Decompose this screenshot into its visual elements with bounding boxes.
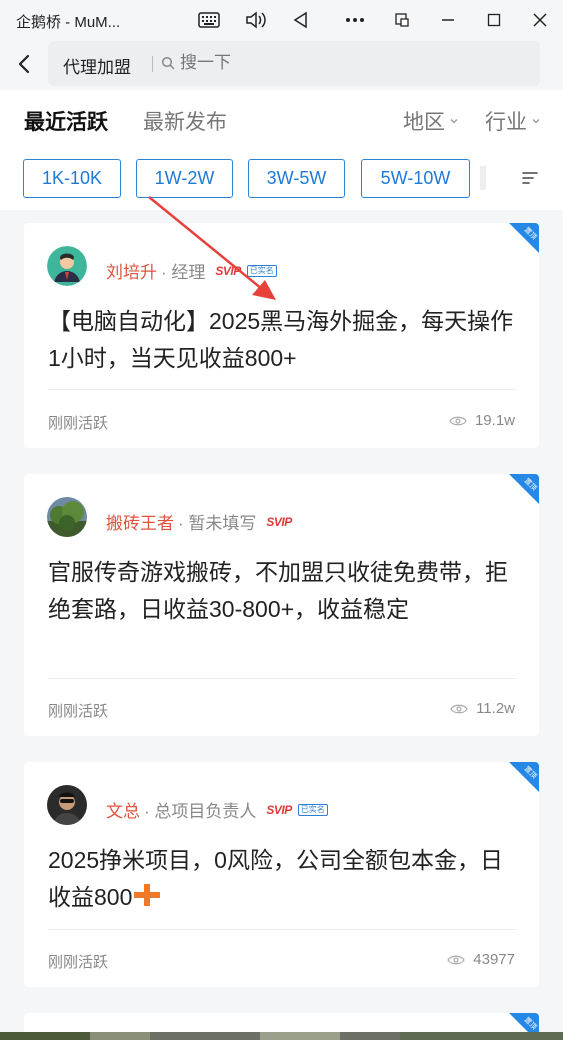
divider	[48, 389, 516, 390]
post-title[interactable]: 【电脑自动化】2025黑马海外掘金，每天操作1小时，当天见收益800+	[48, 303, 518, 377]
pinned-ribbon: 置顶	[509, 762, 539, 792]
search-header: 代理加盟	[0, 40, 563, 90]
maximize-icon[interactable]	[482, 8, 506, 32]
chip-3w-5w[interactable]: 3W-5W	[248, 159, 345, 198]
view-count: 11.2w	[450, 700, 515, 717]
author-name[interactable]: 搬砖王者	[106, 509, 174, 534]
screen-icon[interactable]	[390, 8, 414, 32]
price-filter-bar: 1K-10K 1W-2W 3W-5W 5W-10W	[0, 148, 563, 210]
divider	[152, 56, 153, 72]
view-count-value: 43977	[473, 951, 515, 968]
pinned-ribbon: 置顶	[509, 223, 539, 253]
author-name[interactable]: 文总	[106, 797, 140, 822]
view-count: 43977	[447, 951, 515, 968]
industry-filter-label: 行业	[485, 111, 527, 134]
verified-badge: 已实名	[297, 803, 328, 816]
author-role: · 总项目负责人	[144, 802, 257, 821]
post-card[interactable]: 置顶 文总 · 总项目负责人 SVIP 已实名 2025挣米项目，0风险，公司全…	[24, 762, 539, 987]
back-triangle-icon[interactable]	[289, 8, 313, 32]
volume-icon[interactable]	[244, 8, 268, 32]
window-titlebar: 企鹅桥 - MuM...	[0, 0, 563, 40]
tab-recent[interactable]: 最近活跃	[24, 106, 108, 136]
pinned-ribbon: 置顶	[509, 474, 539, 504]
sort-icon[interactable]	[521, 169, 539, 187]
eye-icon	[447, 955, 465, 964]
search-input[interactable]	[180, 53, 380, 73]
chevron-down-icon	[532, 119, 540, 124]
activity-status: 刚刚活跃	[48, 703, 109, 720]
svip-badge: SVIP	[215, 263, 241, 278]
post-title[interactable]: 官服传奇游戏搬砖，不加盟只收徒免费带，拒绝套路，日收益30-800+，收益稳定	[48, 554, 518, 628]
chip-5w-10w[interactable]: 5W-10W	[361, 159, 470, 198]
verified-badge: 已实名	[246, 264, 277, 277]
activity-status: 刚刚活跃	[48, 415, 109, 432]
eye-icon	[449, 416, 467, 425]
plus-icon	[134, 884, 161, 906]
chip-1k-10k[interactable]: 1K-10K	[23, 159, 121, 198]
eye-icon	[450, 704, 468, 713]
region-filter[interactable]: 地区	[403, 106, 459, 136]
chip-overflow-fade	[480, 166, 486, 190]
tab-bar: 最近活跃 最新发布 地区 行业	[0, 90, 563, 148]
author-row: 搬砖王者 · 暂未填写 SVIP	[106, 509, 292, 534]
author-role: · 暂未填写	[178, 514, 257, 533]
post-title[interactable]: 2025挣米项目，0风险，公司全额包本金，日收益800	[48, 842, 518, 916]
avatar[interactable]	[47, 785, 87, 825]
author-role: · 经理	[161, 263, 206, 282]
taskbar-strip	[0, 1032, 563, 1040]
tab-newest[interactable]: 最新发布	[143, 106, 227, 136]
more-icon[interactable]	[343, 8, 367, 32]
close-icon[interactable]	[528, 8, 552, 32]
post-title-text: 2025挣米项目，0风险，公司全额包本金，日收益800	[48, 847, 503, 910]
author-row: 刘培升 · 经理 SVIP 已实名	[106, 258, 277, 283]
keyboard-icon[interactable]	[197, 8, 221, 32]
search-icon	[161, 56, 175, 70]
industry-filter[interactable]: 行业	[485, 106, 541, 136]
search-box[interactable]: 代理加盟	[48, 41, 540, 86]
svip-badge: SVIP	[266, 514, 292, 529]
avatar[interactable]	[47, 497, 87, 537]
region-filter-label: 地区	[403, 111, 445, 134]
chip-1w-2w[interactable]: 1W-2W	[136, 159, 233, 198]
avatar[interactable]	[47, 246, 87, 286]
view-count-value: 11.2w	[476, 700, 515, 717]
divider	[48, 929, 516, 930]
view-count-value: 19.1w	[474, 412, 515, 429]
svip-badge: SVIP	[266, 802, 292, 817]
activity-status: 刚刚活跃	[48, 954, 109, 971]
back-button[interactable]	[12, 50, 36, 78]
chevron-down-icon	[450, 119, 458, 124]
divider	[48, 678, 516, 679]
author-name[interactable]: 刘培升	[106, 258, 157, 283]
view-count: 19.1w	[449, 412, 515, 429]
author-row: 文总 · 总项目负责人 SVIP 已实名	[106, 797, 328, 822]
window-title: 企鹅桥 - MuM...	[16, 14, 121, 31]
minimize-icon[interactable]	[436, 8, 460, 32]
post-card[interactable]: 置顶 刘培升 · 经理 SVIP 已实名 【电脑自动化】2025黑马海外掘金，每…	[24, 223, 539, 448]
category-label[interactable]: 代理加盟	[63, 53, 131, 78]
post-card[interactable]: 置顶 搬砖王者 · 暂未填写 SVIP 官服传奇游戏搬砖，不加盟只收徒免费带，拒…	[24, 474, 539, 736]
chevron-left-icon	[18, 54, 30, 74]
